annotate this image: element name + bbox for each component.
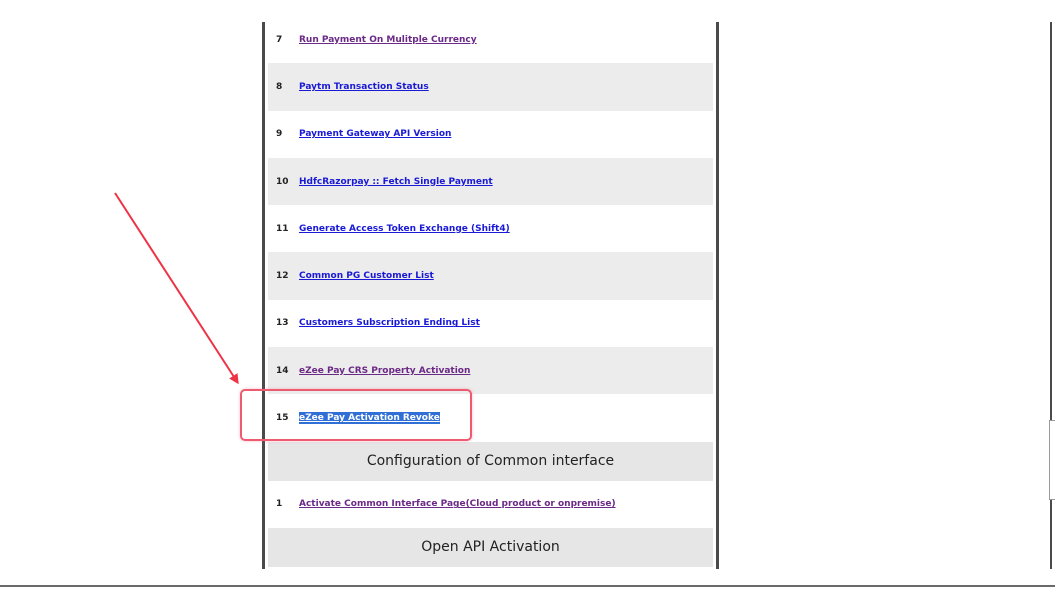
page: 7 Run Payment On Mulitple Currency 8 Pay… xyxy=(0,0,1055,598)
annotation-arrow xyxy=(114,192,239,385)
